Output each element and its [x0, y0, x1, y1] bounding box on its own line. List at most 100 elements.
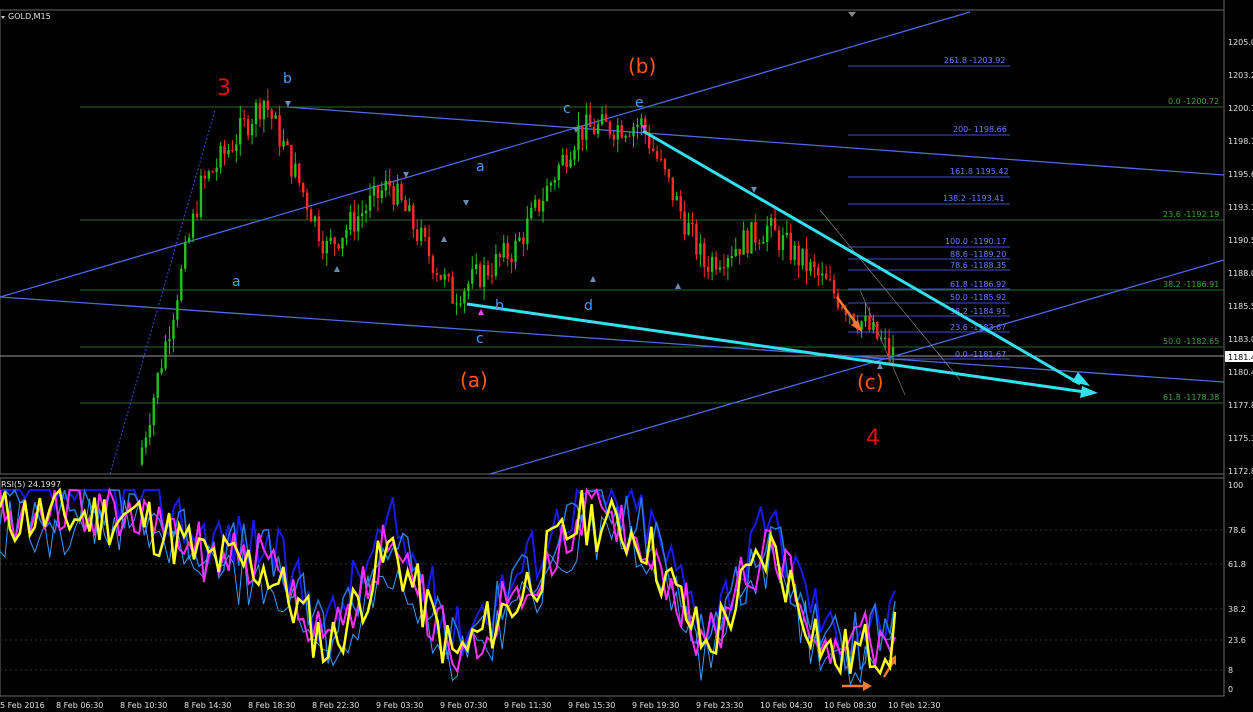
candle[interactable]	[561, 154, 564, 165]
candle[interactable]	[868, 315, 871, 330]
candle[interactable]	[612, 134, 616, 140]
candle[interactable]	[274, 115, 277, 119]
candle[interactable]	[290, 145, 293, 177]
candle[interactable]	[758, 242, 761, 244]
candle[interactable]	[518, 237, 521, 241]
candle[interactable]	[148, 425, 152, 438]
candle[interactable]	[722, 267, 726, 269]
candle[interactable]	[203, 175, 207, 179]
candle[interactable]	[596, 124, 600, 135]
candle[interactable]	[223, 146, 226, 155]
candle[interactable]	[738, 249, 741, 255]
candle[interactable]	[707, 266, 710, 272]
candle[interactable]	[762, 242, 765, 244]
candle[interactable]	[199, 175, 203, 217]
candle[interactable]	[533, 199, 537, 208]
candle[interactable]	[172, 319, 175, 340]
candle[interactable]	[687, 223, 690, 235]
candle[interactable]	[427, 236, 431, 257]
candle[interactable]	[239, 118, 242, 145]
candle[interactable]	[600, 114, 604, 125]
candle[interactable]	[628, 135, 631, 137]
candle[interactable]	[624, 135, 627, 138]
candle[interactable]	[640, 118, 643, 126]
candle[interactable]	[176, 300, 179, 320]
candle[interactable]	[699, 243, 702, 255]
candle[interactable]	[144, 437, 148, 448]
candle[interactable]	[887, 338, 891, 356]
candle[interactable]	[793, 245, 796, 261]
candle[interactable]	[620, 125, 623, 138]
candle[interactable]	[207, 171, 211, 179]
candle[interactable]	[506, 243, 509, 259]
candle[interactable]	[502, 243, 505, 258]
candle[interactable]	[140, 447, 144, 465]
candle[interactable]	[305, 192, 309, 210]
candle[interactable]	[345, 229, 348, 238]
candle[interactable]	[659, 158, 663, 160]
candle[interactable]	[246, 119, 250, 136]
candle[interactable]	[195, 213, 199, 217]
candle[interactable]	[317, 216, 321, 242]
candle[interactable]	[486, 264, 490, 276]
candle[interactable]	[585, 114, 588, 140]
candle[interactable]	[592, 126, 596, 135]
candle[interactable]	[569, 159, 572, 168]
candle[interactable]	[667, 169, 671, 178]
candle[interactable]	[294, 163, 297, 177]
candle[interactable]	[360, 213, 364, 217]
candle[interactable]	[478, 264, 482, 287]
candle[interactable]	[832, 280, 836, 294]
candle[interactable]	[160, 368, 163, 374]
candle[interactable]	[651, 148, 655, 152]
candle[interactable]	[419, 227, 423, 241]
candle[interactable]	[368, 195, 372, 211]
candle[interactable]	[703, 243, 706, 267]
candle[interactable]	[463, 291, 466, 304]
candle[interactable]	[309, 209, 313, 222]
candle[interactable]	[710, 256, 714, 272]
candle[interactable]	[754, 221, 757, 243]
candle[interactable]	[801, 248, 804, 266]
candle[interactable]	[459, 303, 462, 305]
candle[interactable]	[679, 195, 682, 212]
candle[interactable]	[746, 230, 749, 254]
candle[interactable]	[431, 256, 435, 274]
candle[interactable]	[663, 159, 667, 170]
candle[interactable]	[604, 114, 608, 122]
candle[interactable]	[286, 140, 289, 146]
candle[interactable]	[329, 237, 332, 241]
candle[interactable]	[258, 103, 262, 120]
candle[interactable]	[396, 183, 399, 205]
candle[interactable]	[655, 151, 659, 159]
candle[interactable]	[404, 199, 407, 212]
candle[interactable]	[353, 212, 356, 232]
candle[interactable]	[549, 182, 553, 186]
candle[interactable]	[530, 207, 533, 219]
price-pane[interactable]	[0, 9, 1225, 475]
candle[interactable]	[254, 103, 258, 125]
candle[interactable]	[250, 124, 254, 136]
candle[interactable]	[443, 274, 446, 280]
candle[interactable]	[514, 240, 517, 263]
candle[interactable]	[231, 150, 234, 152]
candle[interactable]	[337, 244, 340, 249]
candle[interactable]	[451, 276, 454, 304]
candle[interactable]	[376, 185, 380, 199]
candle[interactable]	[813, 261, 816, 268]
candle[interactable]	[695, 223, 698, 255]
candle[interactable]	[537, 199, 541, 212]
candle[interactable]	[262, 100, 266, 120]
candle[interactable]	[616, 125, 619, 140]
candle[interactable]	[471, 269, 474, 284]
candle[interactable]	[683, 211, 686, 235]
candle[interactable]	[416, 229, 419, 241]
candle[interactable]	[742, 230, 745, 255]
candle[interactable]	[298, 163, 301, 184]
candle[interactable]	[191, 213, 195, 238]
candle[interactable]	[766, 225, 769, 243]
candle[interactable]	[777, 230, 781, 251]
candle[interactable]	[714, 256, 718, 270]
candle[interactable]	[553, 180, 557, 183]
candle[interactable]	[817, 267, 820, 276]
